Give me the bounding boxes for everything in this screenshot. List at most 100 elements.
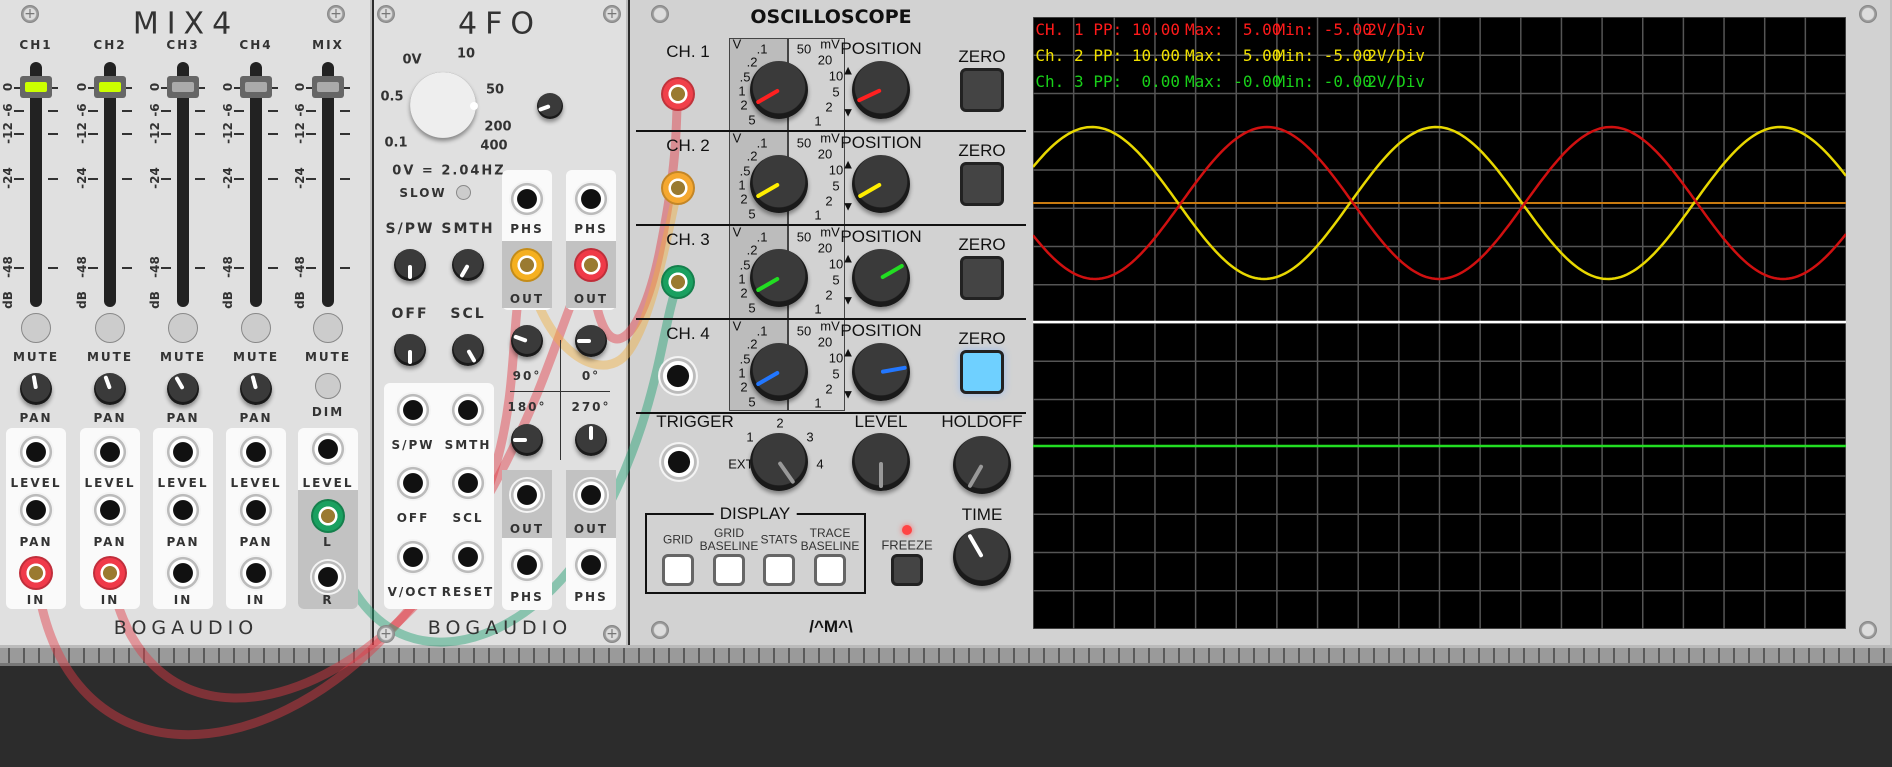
scale-label: -24 — [1, 167, 15, 189]
channel-label: CH. 3 — [666, 230, 710, 249]
out-jack-plugged[interactable] — [510, 248, 544, 282]
time-knob[interactable] — [953, 528, 1011, 586]
position-knob[interactable] — [852, 343, 910, 401]
in-jack-plugged[interactable] — [93, 556, 127, 590]
holdoff-knob[interactable] — [953, 436, 1011, 494]
input-jack[interactable] — [450, 392, 486, 428]
mute-button[interactable] — [168, 313, 198, 343]
pan-knob[interactable] — [94, 373, 126, 405]
in-jack-plugged[interactable] — [19, 556, 53, 590]
l-jack-plugged[interactable] — [311, 499, 345, 533]
jack-in[interactable] — [165, 555, 201, 591]
frequency-knob[interactable] — [410, 72, 476, 138]
jack-level[interactable] — [92, 434, 128, 470]
jack-r[interactable] — [310, 559, 346, 595]
fader-handle[interactable] — [240, 76, 272, 98]
phase-input-jack[interactable] — [573, 547, 609, 583]
phase-input-jack[interactable] — [573, 181, 609, 217]
channel-label: CH. 2 — [666, 136, 710, 155]
screw — [1859, 621, 1877, 639]
jack-pan[interactable] — [18, 492, 54, 528]
channel-input-jack[interactable] — [658, 356, 698, 396]
out-jack-plugged[interactable] — [574, 248, 608, 282]
knob-off[interactable] — [394, 334, 426, 366]
trigger-source-knob[interactable] — [750, 433, 808, 491]
fader-handle[interactable] — [167, 76, 199, 98]
zero-button[interactable] — [960, 256, 1004, 300]
input-jack[interactable] — [395, 539, 431, 575]
fader-handle[interactable] — [94, 76, 126, 98]
phase-90-knob[interactable] — [511, 325, 543, 357]
jack-pan[interactable] — [165, 492, 201, 528]
knob-label: S/PW — [385, 221, 435, 237]
phase-0-knob[interactable] — [575, 325, 607, 357]
tick — [14, 267, 24, 269]
jack-level[interactable] — [165, 434, 201, 470]
jack-level[interactable] — [18, 434, 54, 470]
jack-label: PAN — [166, 535, 200, 549]
channel-input-plugged[interactable] — [661, 77, 695, 111]
jack-pan[interactable] — [92, 492, 128, 528]
knob-s/pw[interactable] — [394, 249, 426, 281]
tick — [306, 267, 316, 269]
position-knob[interactable] — [852, 155, 910, 213]
pan-knob[interactable] — [20, 373, 52, 405]
zero-button[interactable] — [960, 350, 1004, 394]
phase-180-knob[interactable] — [511, 424, 543, 456]
mute-button[interactable] — [241, 313, 271, 343]
pan-knob[interactable] — [167, 373, 199, 405]
position-knob[interactable] — [852, 249, 910, 307]
fader-handle[interactable] — [312, 76, 344, 98]
up-arrow-icon: ▲ — [841, 344, 855, 360]
out-label: OUT — [573, 292, 609, 306]
channel-label: CH. 4 — [666, 324, 710, 343]
volts-per-div-knob[interactable] — [750, 155, 808, 213]
mute-button[interactable] — [21, 313, 51, 343]
slow-button[interactable] — [456, 185, 471, 200]
pan-knob[interactable] — [240, 373, 272, 405]
display-button-1[interactable] — [713, 554, 745, 586]
volts-scale: 1 — [738, 365, 746, 381]
phase-input-jack[interactable] — [509, 547, 545, 583]
knob-scl[interactable] — [452, 334, 484, 366]
phase-input-jack[interactable] — [509, 181, 545, 217]
channel-input-plugged[interactable] — [661, 171, 695, 205]
jack-level[interactable] — [238, 434, 274, 470]
waveform-knob[interactable] — [537, 93, 563, 119]
phase-270-knob[interactable] — [575, 424, 607, 456]
out-jack[interactable] — [573, 477, 609, 513]
phase-label: 0° — [581, 369, 601, 383]
volts-scale: 5 — [748, 206, 756, 222]
display-button-0[interactable] — [662, 554, 694, 586]
channel-input-plugged[interactable] — [661, 265, 695, 299]
input-jack[interactable] — [450, 539, 486, 575]
volts-scale: 20 — [817, 146, 833, 162]
trigger-input-jack[interactable] — [659, 442, 699, 482]
input-jack[interactable] — [395, 392, 431, 428]
knob-smth[interactable] — [452, 249, 484, 281]
jack-level[interactable] — [310, 431, 346, 467]
input-jack[interactable] — [395, 465, 431, 501]
input-jack[interactable] — [450, 465, 486, 501]
level-knob[interactable] — [852, 433, 910, 491]
position-knob[interactable] — [852, 61, 910, 119]
out-jack[interactable] — [509, 477, 545, 513]
mute-button[interactable] — [95, 313, 125, 343]
display-button-3[interactable] — [814, 554, 846, 586]
display-button-2[interactable] — [763, 554, 795, 586]
zero-button[interactable] — [960, 68, 1004, 112]
zero-button[interactable] — [960, 162, 1004, 206]
volts-scale: .1 — [756, 41, 768, 57]
tick — [122, 110, 132, 112]
jack-label: LEVEL — [10, 476, 62, 490]
volts-scale: 2 — [825, 193, 833, 209]
fader-handle[interactable] — [20, 76, 52, 98]
jack-in[interactable] — [238, 555, 274, 591]
volts-per-div-knob[interactable] — [750, 249, 808, 307]
jack-pan[interactable] — [238, 492, 274, 528]
freeze-button[interactable] — [891, 554, 923, 586]
volts-per-div-knob[interactable] — [750, 343, 808, 401]
volts-per-div-knob[interactable] — [750, 61, 808, 119]
dim-button[interactable] — [315, 373, 341, 399]
mute-button[interactable] — [313, 313, 343, 343]
